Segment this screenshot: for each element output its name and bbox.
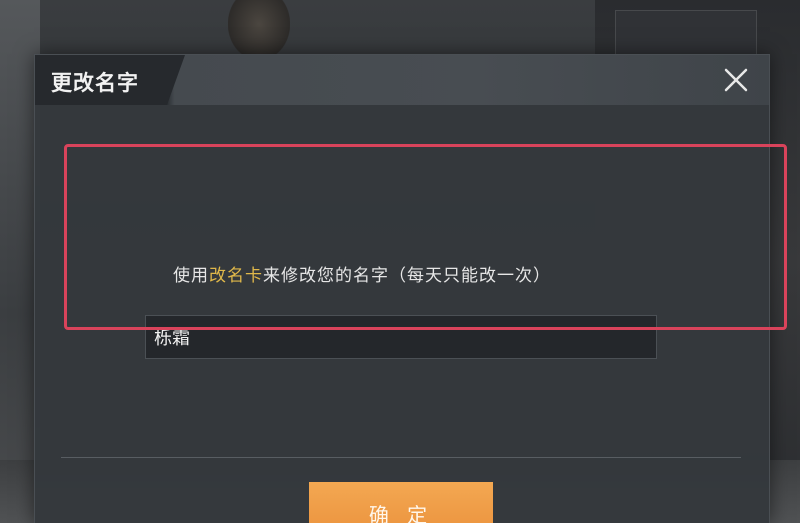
dialog-header: 更改名字	[35, 55, 769, 105]
dialog-title: 更改名字	[51, 71, 139, 95]
close-button[interactable]	[719, 63, 753, 97]
background-character	[228, 0, 290, 60]
annotation-highlight-box	[64, 144, 787, 330]
divider	[61, 457, 741, 458]
confirm-button[interactable]: 确 定	[309, 482, 493, 523]
close-icon	[724, 68, 748, 92]
